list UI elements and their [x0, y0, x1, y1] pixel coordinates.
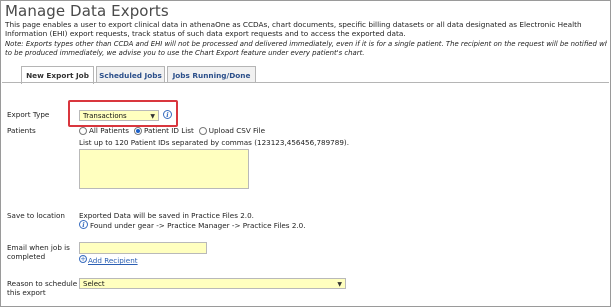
- radio-all-patients[interactable]: All Patients: [79, 126, 129, 135]
- export-type-select[interactable]: Transactions ▼: [79, 110, 159, 121]
- patient-id-hint: List up to 120 Patient IDs separated by …: [79, 138, 349, 147]
- radio-label: All Patients: [89, 126, 129, 135]
- save-location-label: Save to location: [7, 211, 65, 220]
- note-text: Note: Exports types other than CCDA and …: [5, 40, 607, 58]
- tab-jobs-running-done[interactable]: Jobs Running/Done: [167, 66, 256, 83]
- chevron-down-icon: ▼: [150, 112, 155, 120]
- tab-scheduled-jobs[interactable]: Scheduled Jobs: [96, 66, 165, 83]
- note-line-1: Note: Exports types other than CCDA and …: [5, 39, 607, 48]
- save-location-text: Exported Data will be saved in Practice …: [79, 211, 254, 220]
- radio-label: Upload CSV File: [208, 126, 266, 135]
- info-icon: i: [79, 220, 88, 229]
- email-label: Email when job is completed: [7, 243, 70, 261]
- tab-bar: New Export Job Scheduled Jobs Jobs Runni…: [21, 66, 258, 84]
- save-location-subtext: Found under gear -> Practice Manager -> …: [90, 221, 306, 230]
- reason-value: Select: [83, 279, 105, 288]
- page-title: Manage Data Exports: [5, 2, 169, 20]
- export-type-label: Export Type: [7, 110, 50, 119]
- radio-upload-csv[interactable]: Upload CSV File: [198, 126, 266, 135]
- reason-label: Reason to schedule this export: [7, 279, 78, 297]
- plus-icon[interactable]: +: [79, 255, 87, 263]
- radio-label: Patient ID List: [143, 126, 194, 135]
- radio-button-selected[interactable]: [133, 126, 142, 135]
- add-recipient-link[interactable]: Add Recipient: [88, 256, 138, 265]
- patient-id-textarea[interactable]: [79, 149, 249, 189]
- email-input[interactable]: [79, 242, 207, 254]
- info-icon[interactable]: i: [163, 110, 172, 119]
- note-line-2: to be produced immediately, we advise yo…: [5, 48, 365, 57]
- chevron-down-icon: ▼: [337, 280, 342, 288]
- patients-label: Patients: [7, 126, 36, 135]
- tab-divider: [2, 82, 609, 83]
- reason-select[interactable]: Select ▼: [79, 278, 346, 289]
- radio-button[interactable]: [198, 126, 207, 135]
- radio-button[interactable]: [79, 126, 87, 135]
- export-type-value: Transactions: [83, 111, 127, 120]
- patients-radio-group: All Patients Patient ID List Upload CSV …: [79, 126, 270, 135]
- radio-patient-id-list[interactable]: Patient ID List: [133, 126, 194, 135]
- intro-text: This page enables a user to export clini…: [5, 20, 582, 39]
